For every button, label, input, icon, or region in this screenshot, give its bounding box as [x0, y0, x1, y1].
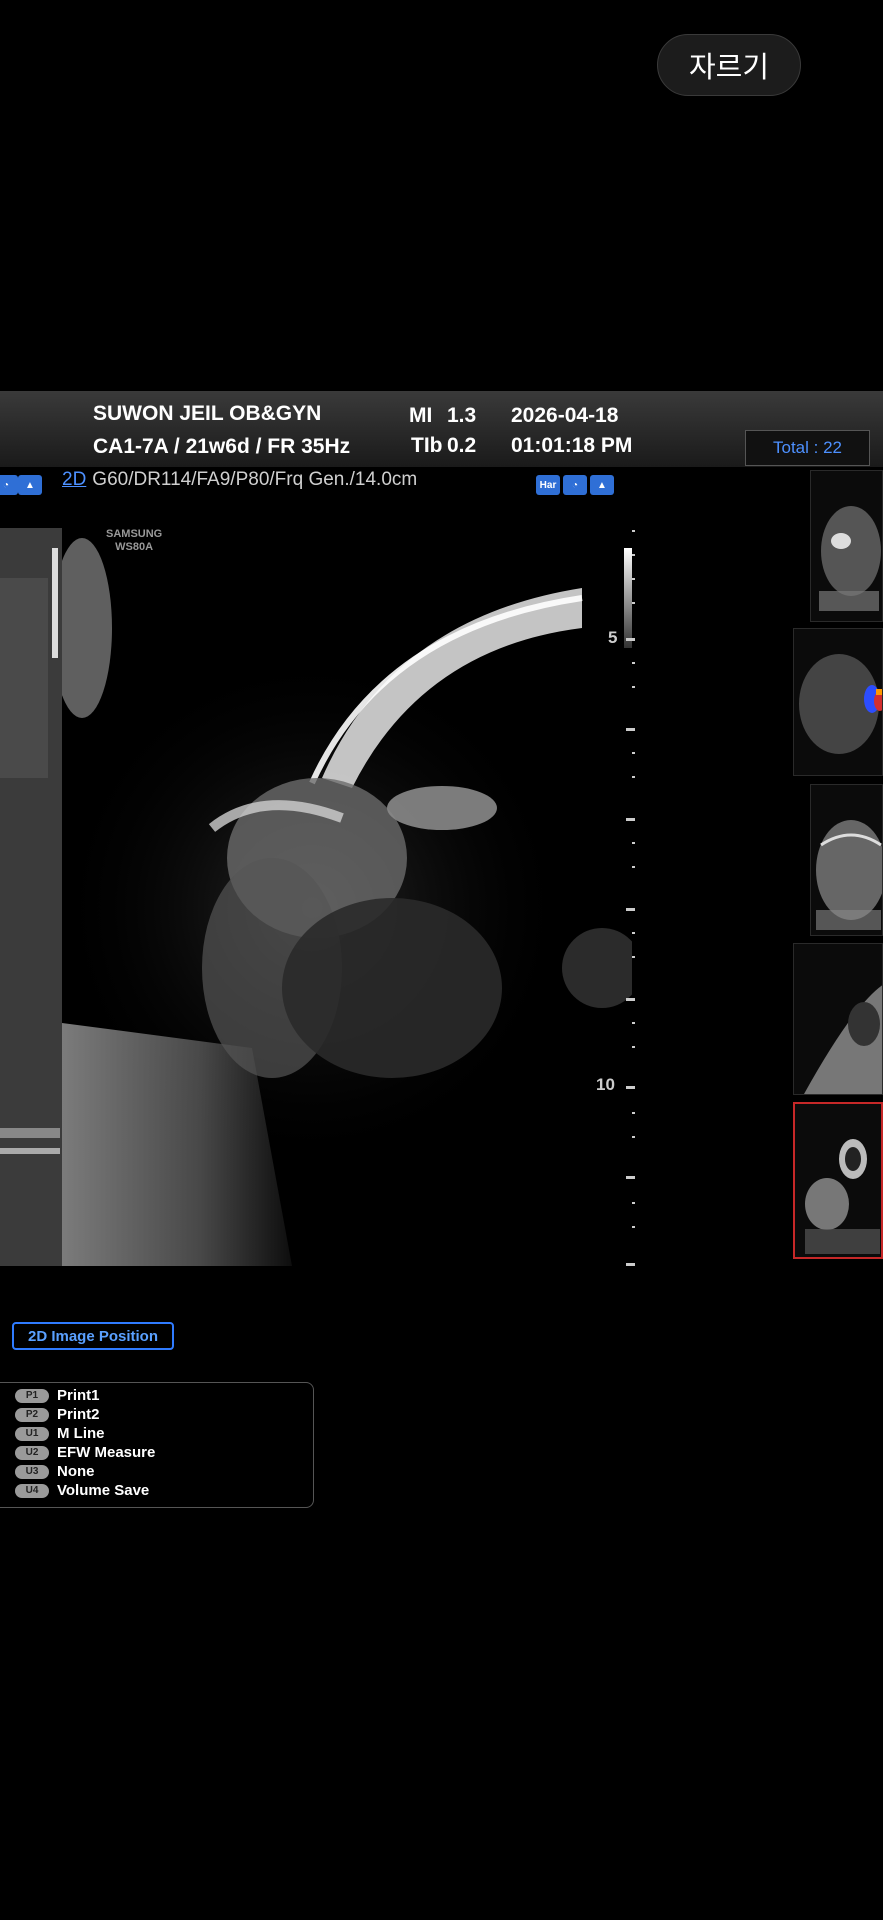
user-key-badge: U4: [15, 1483, 49, 1498]
thumbnail-3[interactable]: [810, 784, 883, 936]
user-key-label: M Line: [57, 1425, 105, 1442]
user-key-badge: U1: [15, 1426, 49, 1441]
user-key-row[interactable]: U1 M Line: [15, 1424, 105, 1443]
mi-label: MI: [409, 404, 433, 427]
volume-icon: ▲: [590, 475, 614, 495]
baby-face-icon: ◔: [563, 475, 587, 495]
thumbnail-image: [804, 985, 882, 1094]
user-key-badge: U3: [15, 1464, 49, 1479]
thumbnail-2[interactable]: [793, 628, 883, 776]
user-key-badge: U2: [15, 1445, 49, 1460]
thumbnail-image: [819, 506, 881, 611]
tib-value: 0.2: [447, 434, 477, 457]
probe-info: CA1-7A / 21w6d / FR 35Hz: [93, 435, 351, 458]
tib-label: TIb: [411, 434, 443, 457]
exam-date: 2026-04-18: [511, 404, 619, 427]
previous-image-graphic: [0, 528, 62, 1266]
thumbnail-image: [805, 1139, 880, 1254]
device-brand: SAMSUNG WS80A: [106, 528, 162, 554]
depth-label-10: 10: [596, 1075, 615, 1094]
image-position-button[interactable]: 2D Image Position: [12, 1322, 174, 1350]
thumbnail-image: [799, 654, 882, 754]
thumbnail-image: [816, 820, 882, 930]
user-key-label: Volume Save: [57, 1482, 150, 1499]
institution-name: SUWON JEIL OB&GYN: [93, 402, 322, 425]
ultrasound-image[interactable]: [62, 528, 632, 1266]
user-key-row[interactable]: U4 Volume Save: [15, 1481, 149, 1500]
user-key-label: Print2: [57, 1406, 100, 1423]
user-keys-panel: P1 Print1 P2 Print2 U1 M Line U2 EFW Mea…: [0, 1382, 314, 1508]
params-values: G60/DR114/FA9/P80/Frq Gen./14.0cm: [92, 469, 418, 490]
exam-time: 01:01:18 PM: [511, 434, 633, 457]
volume-icon: ▲: [18, 475, 42, 495]
har-icon: Har: [536, 475, 560, 495]
imaging-params: 2D G60/DR114/FA9/P80/Frq Gen./14.0cm: [62, 469, 417, 491]
total-count: Total : 22: [745, 430, 870, 466]
thumbnail-4[interactable]: [793, 943, 883, 1095]
depth-scale: [626, 530, 635, 1266]
user-key-row[interactable]: U3 None: [15, 1462, 95, 1481]
mi-value: 1.3: [447, 404, 477, 427]
crop-button[interactable]: 자르기: [657, 34, 801, 96]
user-key-badge: P2: [15, 1407, 49, 1422]
thumbnail-1[interactable]: [810, 470, 883, 622]
user-key-row[interactable]: P2 Print2: [15, 1405, 100, 1424]
baby-face-icon: ◔: [0, 475, 18, 495]
mode-label[interactable]: 2D: [62, 469, 86, 490]
brand-line-2: WS80A: [115, 541, 154, 553]
depth-label-5: 5: [608, 628, 618, 647]
user-key-label: EFW Measure: [57, 1444, 156, 1461]
user-key-badge: P1: [15, 1388, 49, 1403]
user-key-row[interactable]: P1 Print1: [15, 1386, 100, 1405]
ultrasound-graphic: [62, 528, 632, 1266]
brand-line-1: SAMSUNG: [106, 528, 163, 540]
user-key-row[interactable]: U2 EFW Measure: [15, 1443, 155, 1462]
user-key-label: Print1: [57, 1387, 100, 1404]
user-key-label: None: [57, 1463, 95, 1480]
thumbnail-5-selected[interactable]: [793, 1102, 883, 1259]
previous-image-strip: [0, 528, 62, 1266]
